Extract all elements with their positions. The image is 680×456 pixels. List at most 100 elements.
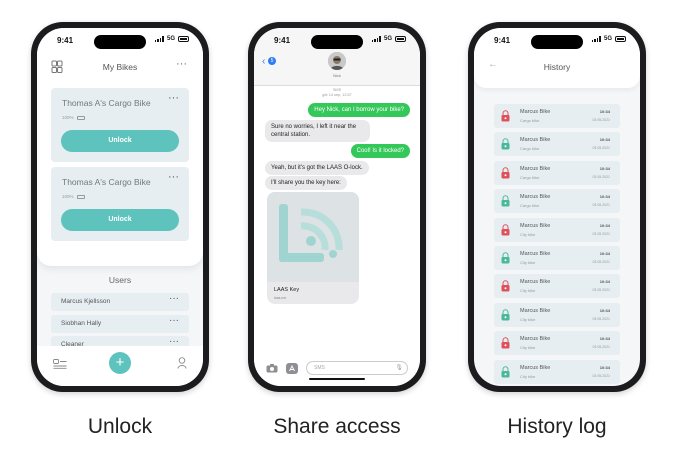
lock-icon — [501, 110, 510, 122]
lock-icon — [501, 138, 510, 150]
key-subtitle: laas.me — [274, 296, 287, 300]
history-row[interactable]: Marcus Bike City bike 10:34 03.05.2021 — [494, 359, 620, 384]
history-row[interactable]: Marcus Bike City bike 10:34 03.05.2021 — [494, 302, 620, 327]
user-menu-button[interactable]: ··· — [169, 315, 179, 326]
history-time: 10:34 — [599, 364, 610, 370]
share-screen: 9:41 5G ‹ 5 Nick SMS gör 14 sep, 12:57 H… — [254, 28, 420, 386]
history-time: 10:34 — [599, 307, 610, 313]
lock-icon — [501, 309, 510, 321]
person-icon[interactable] — [177, 357, 187, 369]
history-row[interactable]: Marcus Bike City bike 10:34 03.05.2021 — [494, 217, 620, 242]
signal-icon — [154, 36, 164, 42]
message-bubble-incoming[interactable]: Yeah, but it's got the LAAS O-lock. — [265, 161, 369, 175]
history-row[interactable]: Marcus Bike City bike 10:34 03.05.2021 — [494, 331, 620, 356]
unread-badge[interactable]: 5 — [268, 57, 276, 65]
history-bike-name: Marcus Bike — [520, 137, 551, 144]
phone-unlock: 9:41 5G My Bikes ··· Thomas A's Cargo Bi… — [31, 22, 209, 392]
history-bike-type: Cargo bike — [520, 146, 540, 152]
camera-icon[interactable] — [266, 364, 278, 373]
network-label: 5G — [383, 36, 392, 42]
history-date: 03.05.2021 — [592, 203, 610, 208]
app-store-icon[interactable] — [286, 363, 298, 374]
history-bike-type: City bike — [520, 373, 536, 379]
bike-menu-button[interactable]: ··· — [168, 171, 179, 183]
page-title: History — [543, 62, 571, 72]
status-time: 9:41 — [57, 36, 74, 45]
bike-card: Thomas A's Cargo Bike ··· 100% Unlock — [51, 167, 189, 241]
signal-icon — [371, 36, 381, 42]
history-screen: 9:41 5G ← History Marcus Bike Cargo bike 1… — [474, 28, 640, 386]
bike-name: Thomas A's Cargo Bike — [62, 177, 151, 187]
battery-icon — [615, 36, 626, 42]
user-row[interactable]: Siobhan Hally ··· — [51, 315, 189, 333]
history-time: 10:34 — [599, 109, 610, 114]
history-time: 10:34 — [599, 194, 610, 200]
history-row[interactable]: Marcus Bike City bike 10:34 03.05.2021 — [494, 246, 620, 270]
lock-icon — [501, 223, 510, 236]
history-date: 03.05.2021 — [592, 118, 610, 122]
history-date: 03.05.2021 — [592, 316, 610, 321]
key-title: LAAS Key — [274, 287, 300, 293]
message-bubble-incoming[interactable]: I'll share you the key here: — [265, 176, 347, 190]
shared-key-card[interactable]: LAAS Key laas.me — [267, 192, 359, 304]
lock-icon — [501, 252, 510, 264]
history-bike-type: City bike — [520, 288, 536, 294]
unlock-button[interactable]: Unlock — [61, 209, 179, 231]
phone-share: 9:41 5G ‹ 5 Nick SMS gör 14 sep, 12:57 H… — [248, 22, 426, 392]
message-bubble-outgoing[interactable]: Cool! Is it locked? — [350, 144, 410, 158]
history-row[interactable]: Marcus Bike Cargo bike 10:34 03.05.2021 — [494, 160, 620, 185]
mic-icon[interactable]: 🎙 — [395, 364, 403, 371]
user-row[interactable]: Marcus Kjellsson ··· — [51, 293, 189, 311]
history-bike-name: Marcus Bike — [520, 364, 551, 371]
signal-icon — [591, 36, 601, 42]
battery-icon — [395, 36, 406, 42]
home-indicator — [309, 377, 365, 380]
history-time: 10:34 — [599, 279, 610, 285]
history-time: 10:34 — [599, 137, 610, 143]
history-bike-name: Marcus Bike — [520, 336, 551, 343]
history-date: 03.05.2021 — [592, 345, 610, 350]
history-date: 03.05.2021 — [592, 174, 610, 179]
laas-key-icon — [267, 192, 359, 282]
key-preview-image — [267, 192, 359, 282]
bike-card: Thomas A's Cargo Bike ··· 100% Unlock — [51, 88, 189, 162]
lock-icon — [501, 167, 510, 179]
history-date: 03.05.2021 — [592, 260, 610, 264]
history-time: 10:34 — [599, 251, 610, 256]
history-row[interactable]: Marcus Bike Cargo bike 10:34 03.05.2021 — [494, 132, 620, 157]
menu-button[interactable]: ··· — [176, 58, 187, 70]
history-time: 10:34 — [599, 165, 610, 171]
history-bike-type: Cargo bike — [520, 203, 540, 209]
caption-share: Share access — [273, 415, 401, 438]
history-row[interactable]: Marcus Bike Cargo bike 10:34 03.05.2021 — [494, 104, 620, 128]
unlock-button[interactable]: Unlock — [61, 130, 179, 152]
message-input[interactable]: SMS — [306, 361, 408, 375]
avatar[interactable] — [328, 52, 346, 70]
history-date: 03.05.2021 — [592, 146, 610, 151]
history-time: 10:34 — [599, 336, 610, 342]
bike-battery-icon — [76, 194, 85, 199]
battery-level: 100% — [62, 194, 85, 199]
message-bubble-incoming[interactable]: Sure no worries, I left it near the cent… — [265, 120, 370, 142]
battery-icon — [178, 36, 189, 42]
history-row[interactable]: Marcus Bike City bike 10:34 03.05.2021 — [494, 274, 620, 299]
user-name: Siobhan Hally — [61, 320, 102, 327]
user-menu-button[interactable]: ··· — [169, 293, 179, 304]
avatar-image-icon — [328, 52, 346, 70]
history-bike-name: Marcus Bike — [520, 165, 551, 172]
bike-menu-button[interactable]: ··· — [168, 92, 179, 104]
add-button[interactable]: + — [109, 352, 131, 374]
message-bubble-outgoing[interactable]: Hey Nick, can I borrow your bike? — [308, 103, 410, 117]
history-bike-name: Marcus Bike — [520, 194, 551, 201]
status-time: 9:41 — [274, 36, 291, 45]
network-label: 5G — [166, 36, 175, 42]
phone-history: 9:41 5G ← History Marcus Bike Cargo bike 1… — [468, 22, 646, 392]
history-bike-type: Cargo bike — [520, 174, 540, 180]
back-chevron-icon[interactable]: ‹ — [262, 56, 265, 67]
status-time: 9:41 — [494, 36, 511, 45]
list-icon[interactable] — [53, 359, 67, 369]
contact-name[interactable]: Nick — [254, 73, 420, 78]
history-date: 03.05.2021 — [592, 231, 610, 236]
dynamic-island — [94, 35, 146, 49]
history-row[interactable]: Marcus Bike Cargo bike 10:34 03.05.2021 — [494, 189, 620, 214]
